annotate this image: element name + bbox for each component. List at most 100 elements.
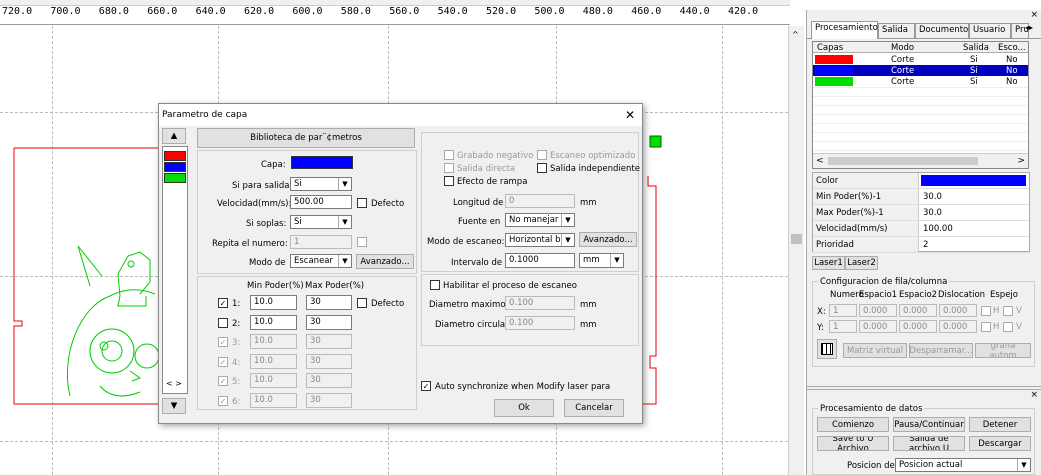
x-dislocation[interactable]: 0.000 — [939, 304, 977, 317]
scroll-right-icon[interactable]: > — [1017, 156, 1025, 166]
mode-select[interactable]: Escanear ▼ — [290, 254, 352, 268]
layer-color-list[interactable]: < > — [162, 146, 188, 394]
optimized-scan-checkbox[interactable] — [537, 150, 547, 160]
y-mirror-h-checkbox[interactable] — [981, 322, 991, 332]
mode-advanced-button[interactable]: Avanzado... — [356, 254, 414, 269]
interval-unit-select[interactable]: mm ▼ — [579, 253, 624, 268]
power-row-checkbox[interactable]: ✓ — [218, 356, 228, 367]
power-row-checkbox[interactable]: ✓ — [218, 337, 228, 348]
min-power-input[interactable]: 10.0 — [250, 334, 297, 350]
min-power-input[interactable]: 10.0 — [250, 373, 297, 389]
power-row-checkbox[interactable]: ✓ — [218, 396, 228, 406]
stop-button[interactable]: Detener — [969, 417, 1031, 432]
data-panel-close-icon[interactable]: × — [1030, 390, 1038, 400]
x-numero[interactable]: 1 — [829, 304, 857, 317]
ok-button[interactable]: Ok — [494, 399, 554, 417]
scatter-button[interactable]: Desparramar... — [909, 343, 973, 358]
property-row[interactable]: Max Poder(%)-1 30.0 — [813, 205, 1029, 221]
y-espacio1[interactable]: 0.000 — [859, 320, 897, 333]
property-row[interactable]: Min Poder(%)-1 30.0 — [813, 189, 1029, 205]
cancel-button[interactable]: Cancelar — [564, 399, 624, 417]
tab-documento[interactable]: Documento — [915, 23, 969, 38]
power-row-checkbox[interactable]: ✓ — [218, 376, 228, 387]
capa-color-swatch[interactable] — [291, 156, 353, 169]
power-row-checkbox[interactable] — [218, 317, 228, 328]
y-numero[interactable]: 1 — [829, 320, 857, 333]
list-down-button[interactable]: ▼ — [162, 398, 186, 414]
layer-color-blue[interactable] — [164, 162, 186, 172]
enable-scan-process-checkbox[interactable] — [430, 280, 440, 290]
tab-scroll-arrows-icon[interactable]: ◂▸ — [1025, 23, 1033, 32]
laser2-button[interactable]: Laser2 — [845, 256, 878, 270]
repeat-input[interactable]: 1 — [290, 235, 352, 249]
property-row[interactable]: Velocidad(mm/s) 100.00 — [813, 221, 1029, 237]
layer-row[interactable]: Corte Si No — [813, 54, 1028, 65]
tab-salida[interactable]: Salida — [878, 23, 915, 38]
min-power-input[interactable]: 10.0 — [250, 393, 297, 408]
position-select[interactable]: Posicion actual ▼ — [895, 458, 1031, 472]
layer-row[interactable]: Corte Si No — [813, 65, 1028, 76]
x-espacio2[interactable]: 0.000 — [899, 304, 937, 317]
max-power-input[interactable]: 30 — [306, 373, 352, 389]
scroll-thumb[interactable] — [791, 234, 802, 244]
tab-usuario[interactable]: Usuario — [969, 23, 1011, 38]
auto-layout-button[interactable]: grafia autom — [975, 343, 1031, 358]
max-power-input[interactable]: 30 — [306, 295, 352, 310]
col-capas[interactable]: Capas — [817, 43, 843, 53]
layer-color-red[interactable] — [164, 151, 186, 161]
list-nav-arrows[interactable]: < > — [166, 379, 182, 388]
output-select[interactable]: Si ▼ — [290, 177, 352, 191]
scan-mode-select[interactable]: Horizontal bidi ▼ — [505, 233, 575, 247]
start-button[interactable]: Comienzo — [817, 417, 889, 432]
list-up-button[interactable]: ▲ — [162, 128, 186, 144]
pause-continue-button[interactable]: Pausa/Continuar — [893, 417, 965, 432]
tab-procesamiento[interactable]: Procesamiento — [811, 21, 878, 39]
y-dislocation[interactable]: 0.000 — [939, 320, 977, 333]
layer-row[interactable]: Corte Si No — [813, 76, 1028, 87]
save-to-u-file-button[interactable]: Save to U Archivo — [817, 436, 889, 451]
property-row[interactable]: Prioridad 2 — [813, 237, 1029, 253]
col-salida[interactable]: Salida — [963, 43, 989, 53]
x-mirror-v-checkbox[interactable] — [1003, 306, 1013, 316]
download-button[interactable]: Descargar — [969, 436, 1031, 451]
scan-advanced-button[interactable]: Avanzado... — [579, 232, 637, 247]
independent-output-checkbox[interactable] — [537, 163, 547, 173]
min-power-input[interactable]: 10.0 — [250, 314, 297, 330]
source-select[interactable]: No manejar ▼ — [505, 213, 575, 227]
virtual-matrix-button[interactable]: Matriz virtual — [843, 343, 907, 358]
blow-select[interactable]: Si ▼ — [290, 215, 352, 229]
min-power-input[interactable]: 10.0 — [250, 353, 297, 369]
output-u-file-button[interactable]: Salida de archivo U — [893, 436, 965, 451]
canvas-vertical-scrollbar[interactable]: ^ — [788, 26, 804, 475]
direct-output-checkbox[interactable] — [444, 163, 454, 173]
property-color-swatch[interactable] — [921, 175, 1026, 186]
auto-sync-checkbox[interactable]: ✓ — [421, 381, 431, 391]
y-mirror-v-checkbox[interactable] — [1003, 322, 1013, 332]
neg-engrave-checkbox[interactable] — [444, 150, 454, 160]
dialog-close-icon[interactable]: ✕ — [625, 108, 635, 122]
laser1-button[interactable]: Laser1 — [812, 256, 845, 270]
panel-close-icon[interactable]: × — [1030, 10, 1038, 20]
min-power-input[interactable]: 10.0 — [250, 295, 297, 310]
x-espacio1[interactable]: 0.000 — [859, 304, 897, 317]
interval-input[interactable]: 0.1000 — [505, 253, 575, 268]
property-row[interactable]: Color — [813, 173, 1029, 189]
power-default-checkbox[interactable] — [357, 298, 367, 308]
max-power-input[interactable]: 30 — [306, 393, 352, 408]
length-input[interactable]: 0 — [505, 194, 575, 208]
power-row-checkbox[interactable]: ✓ — [218, 298, 228, 308]
col-esco[interactable]: Esco... — [998, 43, 1026, 53]
max-power-input[interactable]: 30 — [306, 314, 352, 330]
repeat-checkbox[interactable] — [357, 237, 367, 247]
layer-color-green[interactable] — [164, 173, 186, 183]
speed-default-checkbox[interactable] — [357, 198, 367, 208]
speed-input[interactable]: 500.00 — [290, 195, 352, 209]
col-modo[interactable]: Modo — [891, 43, 914, 53]
max-diam-input[interactable]: 0.100 — [505, 296, 575, 310]
scroll-up-icon[interactable]: ^ — [792, 30, 799, 39]
parameter-library-button[interactable]: Biblioteca de par¨¢metros — [197, 128, 415, 148]
max-power-input[interactable]: 30 — [306, 353, 352, 369]
scroll-left-icon[interactable]: < — [816, 156, 824, 166]
y-espacio2[interactable]: 0.000 — [899, 320, 937, 333]
circ-diam-input[interactable]: 0.100 — [505, 316, 575, 330]
